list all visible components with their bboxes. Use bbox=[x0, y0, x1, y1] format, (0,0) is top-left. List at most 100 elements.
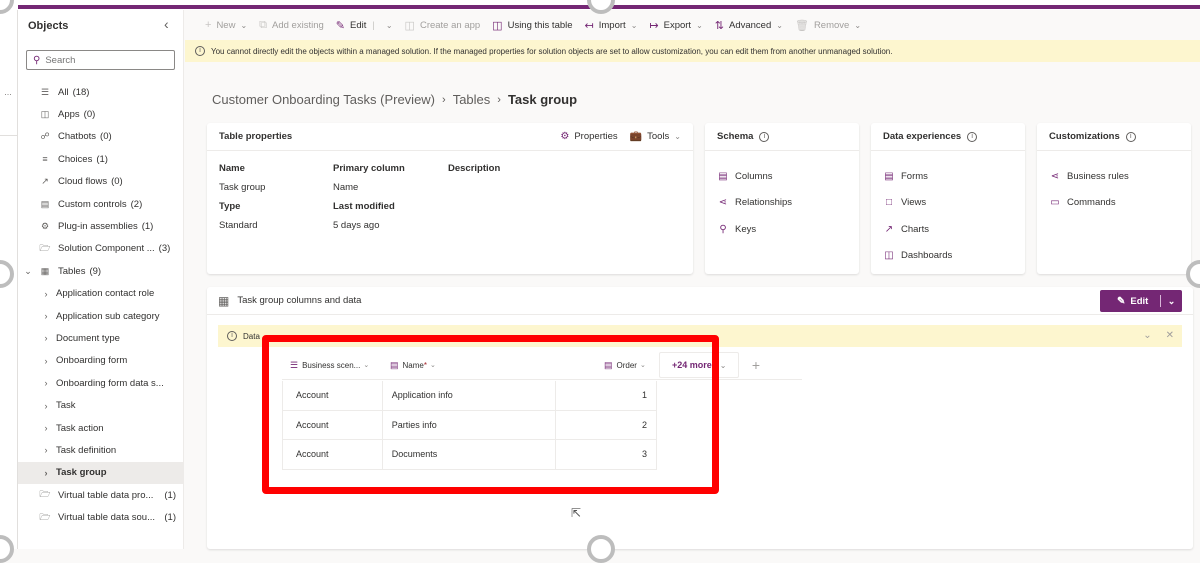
add-column-button[interactable]: + bbox=[744, 352, 768, 378]
chevron-down-icon[interactable]: ⌄ bbox=[1161, 296, 1182, 307]
table-row[interactable]: Account Application info 1 bbox=[282, 381, 657, 411]
divider: | bbox=[372, 19, 375, 31]
close-icon[interactable]: ✕ bbox=[1166, 330, 1174, 341]
button-label: +24 more bbox=[672, 360, 712, 370]
command-bar: + New ⌄ ⧉ Add existing ✎ Edit | ⌄ ◫ Create an a… bbox=[185, 12, 1200, 38]
tools-button[interactable]: 💼 Tools ⌄ bbox=[630, 131, 681, 142]
sidebar-item-virtual-table-source[interactable]: 🗁 Virtual table data sou... (1) bbox=[18, 506, 184, 528]
sidebar-table-item-selected[interactable]: › Task group bbox=[18, 461, 184, 485]
export-button[interactable]: ↦ Export ⌄ bbox=[649, 19, 702, 32]
sidebar-table-item[interactable]: › Onboarding form bbox=[18, 350, 184, 372]
cell-business-scenario[interactable]: Account bbox=[283, 440, 383, 469]
sidebar-table-item[interactable]: › Task definition bbox=[18, 439, 184, 461]
sidebar-table-item[interactable]: › Onboarding form data s... bbox=[18, 372, 184, 394]
more-icon[interactable]: … bbox=[4, 88, 12, 97]
sidebar-table-item[interactable]: › Application sub category bbox=[18, 305, 184, 327]
info-icon[interactable]: i bbox=[1125, 131, 1136, 142]
button-label: Properties bbox=[574, 131, 618, 142]
commands-link[interactable]: ▭ Commands bbox=[1049, 190, 1179, 217]
search-input[interactable] bbox=[45, 54, 166, 66]
chevron-right-icon[interactable]: › bbox=[40, 401, 52, 411]
chevron-right-icon[interactable]: › bbox=[40, 333, 52, 343]
sidebar-item-solution-components[interactable]: 🗁 Solution Component ... (3) bbox=[18, 238, 184, 260]
sidebar-table-item[interactable]: › Document type bbox=[18, 327, 184, 349]
expand-icon[interactable]: ⌄ bbox=[1143, 330, 1151, 341]
chevron-left-icon[interactable]: ‹ bbox=[164, 16, 169, 32]
table-row[interactable]: Account Documents 3 bbox=[282, 440, 657, 470]
business-rules-icon: ⋖ bbox=[1050, 170, 1060, 182]
chevron-right-icon[interactable]: › bbox=[40, 445, 52, 455]
breadcrumb-solution[interactable]: Customer Onboarding Tasks (Preview) bbox=[212, 92, 435, 107]
link-label: Views bbox=[901, 197, 927, 209]
chevron-right-icon[interactable]: › bbox=[40, 311, 52, 321]
business-rules-link[interactable]: ⋖ Business rules bbox=[1049, 163, 1179, 190]
cell-order[interactable]: 1 bbox=[556, 381, 657, 410]
advanced-button[interactable]: ⇅ Advanced ⌄ bbox=[715, 19, 783, 32]
sidebar-item-all[interactable]: ☰ All (18) bbox=[18, 81, 184, 103]
link-label: Relationships bbox=[735, 197, 793, 209]
column-header-order[interactable]: ▤ Order ⌄ bbox=[604, 350, 646, 380]
sidebar-item-tables[interactable]: ⌄ ▦ Tables (9) bbox=[18, 260, 184, 282]
remove-button[interactable]: 🗑 Remove ⌄ bbox=[795, 19, 861, 32]
info-icon[interactable]: i bbox=[759, 131, 770, 142]
using-this-table-button[interactable]: ◫ Using this table bbox=[492, 19, 572, 32]
chevron-right-icon[interactable]: › bbox=[40, 356, 52, 366]
sidebar-table-item[interactable]: › Task bbox=[18, 394, 184, 416]
mouse-cursor-icon: ⇱ bbox=[571, 506, 582, 520]
cell-order[interactable]: 3 bbox=[556, 440, 657, 469]
chevron-down-icon: ⌄ bbox=[240, 20, 248, 30]
edit-command-button[interactable]: ✎ Edit | ⌄ bbox=[336, 19, 393, 32]
chevron-right-icon[interactable]: › bbox=[40, 378, 52, 388]
sidebar-item-apps[interactable]: ◫ Apps (0) bbox=[18, 103, 184, 125]
breadcrumb-tables[interactable]: Tables bbox=[453, 92, 491, 107]
sidebar-item-choices[interactable]: ≡ Choices (1) bbox=[18, 148, 184, 170]
item-label: Virtual table data pro... bbox=[58, 489, 154, 501]
charts-link[interactable]: ↗ Charts bbox=[883, 216, 1013, 243]
card-title: Data experiences bbox=[883, 131, 962, 142]
forms-link[interactable]: ▤ Forms bbox=[883, 163, 1013, 190]
add-existing-button[interactable]: ⧉ Add existing bbox=[259, 19, 324, 32]
column-header-business-scenario[interactable]: ☰ Business scen... ⌄ bbox=[290, 350, 369, 380]
sidebar-item-virtual-table-provider[interactable]: 🗁 Virtual table data pro... (1) bbox=[18, 484, 184, 506]
sidebar-table-item[interactable]: › Task action bbox=[18, 417, 184, 439]
edit-data-button[interactable]: ✎ Edit ⌄ bbox=[1100, 290, 1182, 312]
dashboards-link[interactable]: ◫ Dashboards bbox=[883, 243, 1013, 270]
flow-icon: ↗ bbox=[41, 176, 49, 187]
edit-main[interactable]: ✎ Edit bbox=[1100, 296, 1160, 307]
keys-link[interactable]: ⚲ Keys bbox=[717, 216, 847, 243]
new-button[interactable]: + New ⌄ bbox=[205, 19, 247, 31]
more-columns-button[interactable]: +24 more ⌄ bbox=[659, 352, 739, 378]
create-app-button[interactable]: ◫ Create an app bbox=[405, 19, 481, 32]
search-box[interactable]: ⚲ bbox=[26, 50, 175, 70]
cell-order[interactable]: 2 bbox=[556, 410, 657, 439]
import-button[interactable]: ↤ Import ⌄ bbox=[585, 19, 638, 32]
cell-name[interactable]: Documents bbox=[383, 440, 557, 469]
cell-name[interactable]: Application info bbox=[383, 381, 557, 410]
item-label: Cloud flows bbox=[58, 176, 108, 188]
column-header-name[interactable]: ▤ Name * ⌄ bbox=[390, 350, 436, 380]
chevron-right-icon[interactable]: › bbox=[40, 423, 52, 433]
chevron-down-icon[interactable]: ⌄ bbox=[386, 21, 393, 30]
table-row[interactable]: Account Parties info 2 bbox=[282, 410, 657, 440]
item-label: Task definition bbox=[56, 444, 117, 456]
resize-handle-bottom[interactable] bbox=[587, 535, 615, 563]
sidebar-table-item[interactable]: › Application contact role bbox=[18, 283, 184, 305]
button-label: Using this table bbox=[507, 19, 573, 31]
sidebar-item-chatbots[interactable]: ☍ Chatbots (0) bbox=[18, 126, 184, 148]
relationships-link[interactable]: ⋖ Relationships bbox=[717, 190, 847, 217]
cell-business-scenario[interactable]: Account bbox=[283, 381, 383, 410]
sidebar-item-plugin-assemblies[interactable]: ⚙ Plug-in assemblies (1) bbox=[18, 215, 184, 237]
sidebar-item-custom-controls[interactable]: ▤ Custom controls (2) bbox=[18, 193, 184, 215]
list-icon: ☰ bbox=[40, 86, 50, 97]
apps-icon: ◫ bbox=[40, 109, 50, 120]
views-link[interactable]: □ Views bbox=[883, 190, 1013, 217]
chevron-right-icon[interactable]: › bbox=[40, 468, 52, 478]
columns-link[interactable]: ▤ Columns bbox=[717, 163, 847, 190]
cell-business-scenario[interactable]: Account bbox=[283, 410, 383, 439]
info-icon[interactable]: i bbox=[967, 131, 978, 142]
chevron-right-icon[interactable]: › bbox=[40, 289, 52, 299]
properties-button[interactable]: ⚙ Properties bbox=[560, 131, 617, 142]
cell-name[interactable]: Parties info bbox=[383, 410, 557, 439]
sidebar-item-cloud-flows[interactable]: ↗ Cloud flows (0) bbox=[18, 171, 184, 193]
chevron-down-icon[interactable]: ⌄ bbox=[22, 266, 34, 277]
